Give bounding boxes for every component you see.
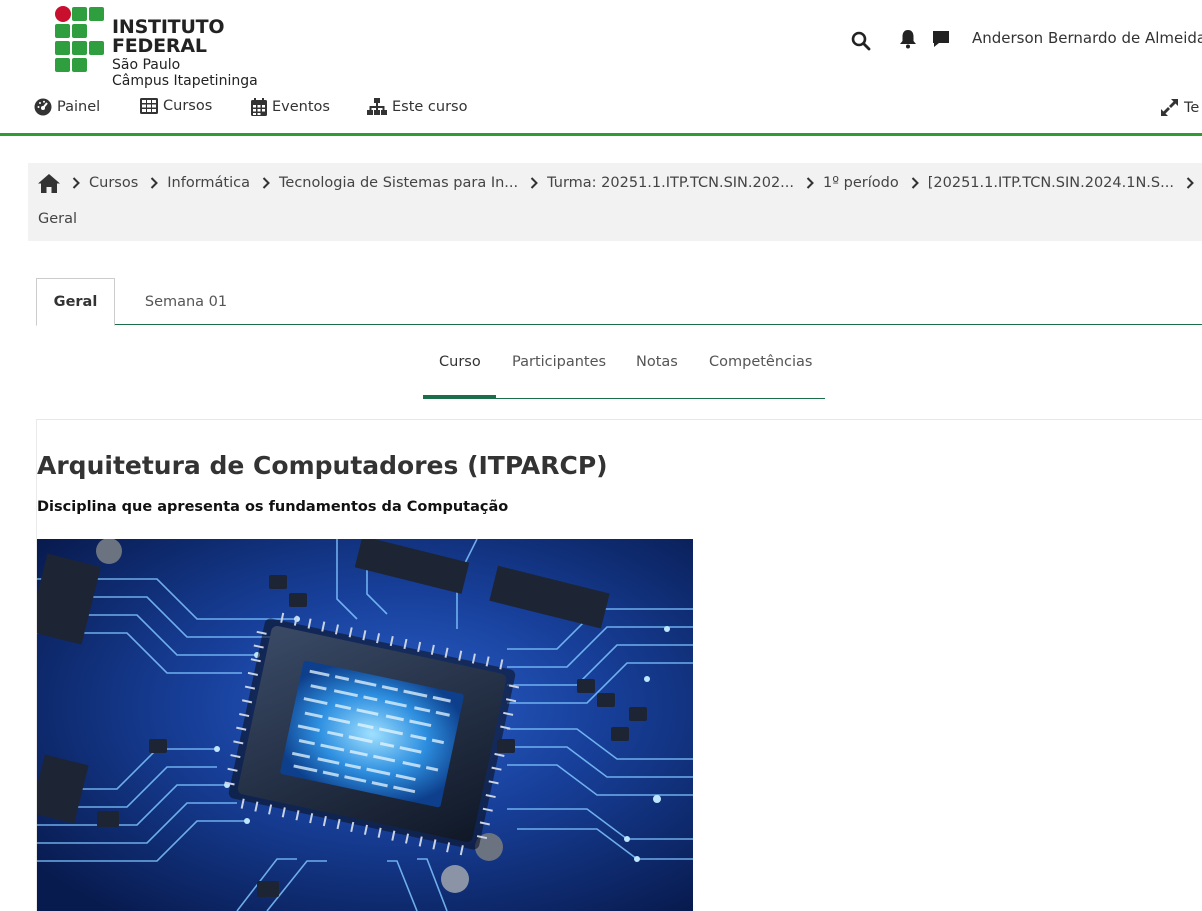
dashboard-icon [34,98,52,116]
divider [36,419,1202,420]
breadcrumb-item-cursos[interactable]: Cursos [89,175,138,191]
site-header: INSTITUTO FEDERAL São Paulo Câmpus Itape… [0,0,1202,136]
logo-campus: Câmpus Itapetininga [112,73,258,89]
nav-label-painel: Painel [57,99,101,115]
fullscreen-label: Te [1184,99,1200,116]
breadcrumb-home[interactable] [38,173,60,193]
nav-item-eventos[interactable]: Eventos [251,98,330,116]
course-summary: Disciplina que apresenta os fundamentos … [37,499,509,515]
course-title: Arquitetura de Computadores (ITPARCP) [37,451,608,480]
logo-mark [55,6,105,72]
chevron-right-icon [530,177,539,189]
tab-participantes[interactable]: Participantes [512,354,606,370]
chevron-right-icon [1186,177,1194,189]
nav-item-painel[interactable]: Painel [34,98,100,116]
expand-icon [1161,99,1178,116]
course-banner-image [37,539,693,911]
primary-nav: Painel Cursos Eventos Este curso Te [0,92,1202,128]
fullscreen-toggle[interactable]: Te [1160,98,1199,117]
chevron-right-icon [150,177,159,189]
nav-item-cursos[interactable]: Cursos [140,98,212,114]
logo-state: São Paulo [112,57,181,73]
tab-geral[interactable]: Geral [36,278,115,326]
logo-red-dot [55,6,71,22]
chat-icon [933,31,949,47]
institution-logo[interactable]: INSTITUTO FEDERAL São Paulo Câmpus Itape… [55,6,315,88]
breadcrumb: Cursos Informática Tecnologia de Sistema… [28,163,1202,241]
nav-label-cursos: Cursos [163,98,213,114]
tab-semana-01[interactable]: Semana 01 [131,278,241,325]
course-secondary-nav: Curso Participantes Notas Competências [423,344,825,399]
calendar-icon [251,98,267,116]
nav-item-este-curso[interactable]: Este curso [367,98,467,116]
tab-notas[interactable]: Notas [636,354,678,370]
breadcrumb-item-informatica[interactable]: Informática [167,175,250,191]
section-tabs: Geral Semana 01 [36,278,1202,326]
breadcrumb-item-course[interactable]: [20251.1.ITP.TCN.SIN.2024.1N.S... [928,175,1174,191]
chevron-right-icon [911,177,919,189]
breadcrumb-item-periodo[interactable]: 1º período [823,175,899,191]
nav-label-eventos: Eventos [272,99,330,115]
sitemap-icon [367,98,387,115]
grid-icon [140,98,158,114]
chevron-right-icon [806,177,814,189]
breadcrumb-item-turma[interactable]: Turma: 20251.1.ITP.TCN.SIN.202... [547,175,794,191]
tab-curso[interactable]: Curso [439,354,481,370]
search-icon [851,31,871,51]
active-tab-indicator [423,395,496,398]
search-button[interactable] [850,30,872,52]
notifications-button[interactable] [897,28,919,50]
messages-button[interactable] [930,28,952,50]
home-icon [38,173,60,193]
user-menu[interactable]: Anderson Bernardo de Almeida [972,29,1202,47]
chevron-right-icon [72,177,80,189]
chevron-right-icon [262,177,270,189]
bell-icon [900,30,916,49]
breadcrumb-current: Geral [38,211,78,227]
nav-label-este-curso: Este curso [392,99,468,115]
breadcrumb-item-program[interactable]: Tecnologia de Sistemas para In... [279,175,518,191]
logo-title: INSTITUTO FEDERAL [112,16,225,57]
tab-competencias[interactable]: Competências [709,354,812,370]
